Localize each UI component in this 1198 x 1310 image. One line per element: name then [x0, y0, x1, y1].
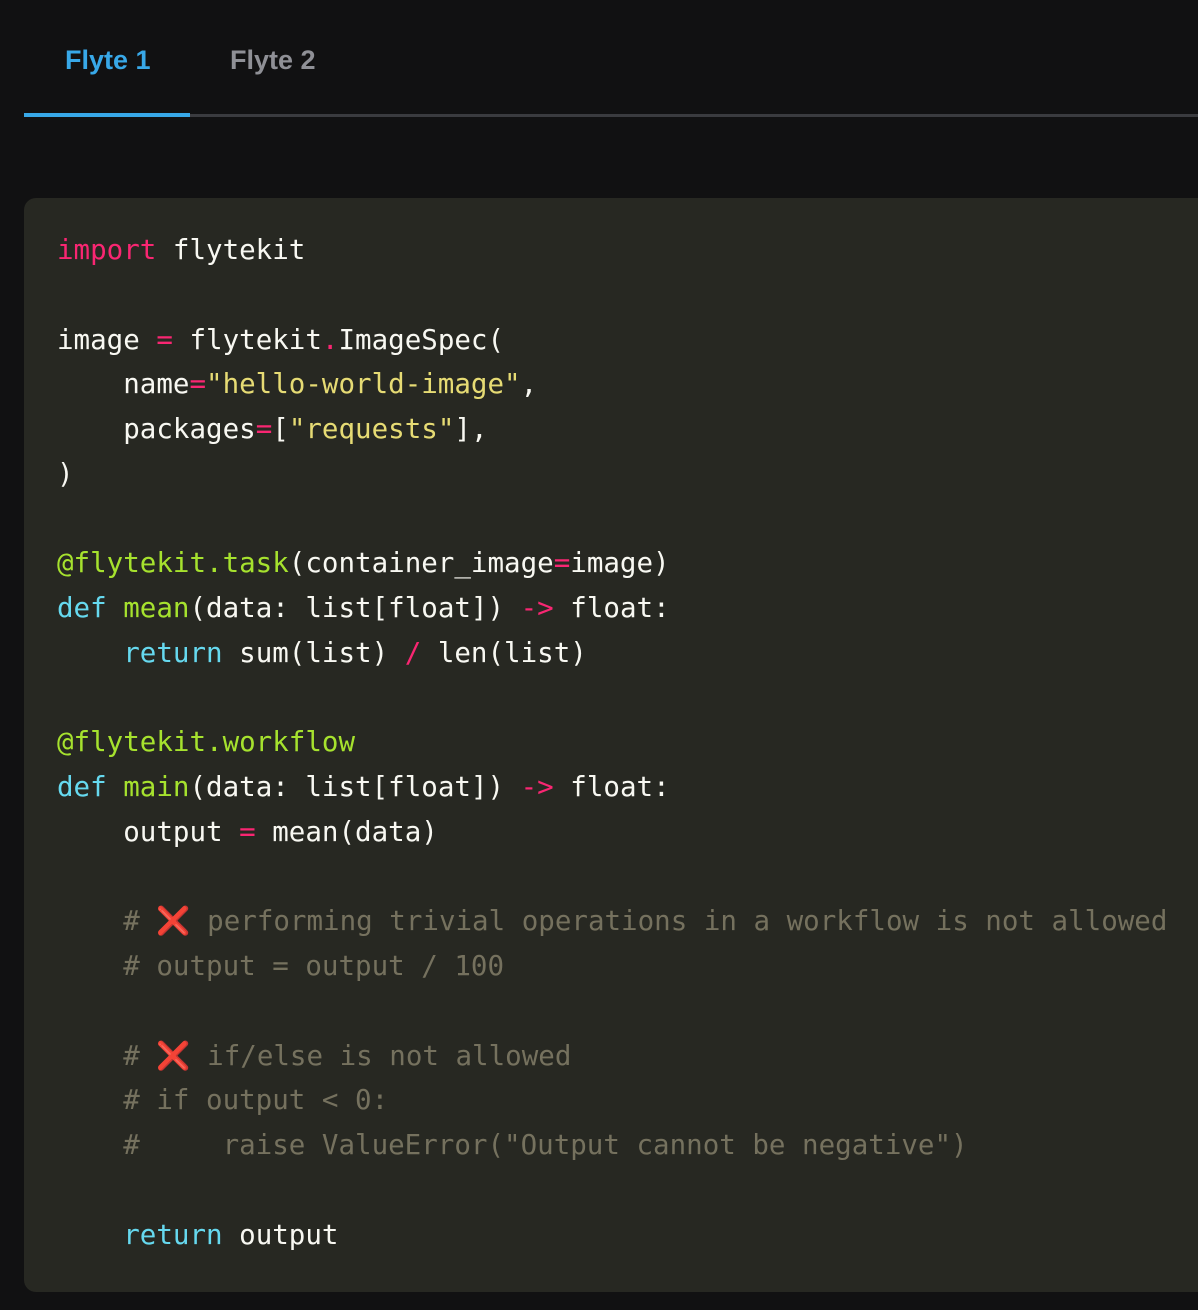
string-literal: "requests" [288, 413, 455, 445]
tab-flyte-2[interactable]: Flyte 2 [230, 40, 316, 80]
code-line-5: packages=["requests"], [57, 407, 1167, 452]
keyword: def [57, 771, 107, 803]
operator: -> [520, 592, 554, 624]
code-text: flytekit [172, 323, 322, 356]
code-text: len(list) [421, 636, 587, 669]
operator: -> [520, 771, 554, 803]
cross-mark-icon: ❌ [156, 1039, 191, 1072]
keyword: return [57, 636, 223, 669]
code-line-3: image = flytekit.ImageSpec( [57, 318, 1167, 363]
code-line-10: return sum(list) / len(list) [57, 631, 1167, 676]
cross-mark-icon: ❌ [156, 905, 191, 938]
code-content[interactable]: import flytekit image = flytekit.ImageSpe… [57, 228, 1167, 1257]
keyword: return [57, 1218, 223, 1251]
code-text: output [222, 1218, 339, 1251]
comment-text: # [57, 1039, 157, 1072]
tab-bar: Flyte 1 Flyte 2 [24, 0, 1198, 117]
code-line-13: def main(data: list[float]) -> float: [57, 765, 1167, 810]
tab-divider [24, 114, 1198, 117]
code-text: ImageSpec( [338, 323, 505, 356]
code-text: , [520, 368, 538, 401]
code-line-8: @flytekit.task(container_image=image) [57, 541, 1167, 586]
comment-text: performing trivial operations in a workf… [190, 905, 1168, 938]
code-text: float: [553, 592, 670, 624]
code-text: name [57, 368, 190, 401]
code-text: (data: list[float]) [189, 592, 521, 624]
code-line-20: # if output < 0: [57, 1084, 389, 1117]
operator: = [553, 547, 571, 580]
code-line-12: @flytekit.workflow [57, 720, 1167, 765]
comment-text: if/else is not allowed [190, 1039, 572, 1072]
operator: / [404, 636, 422, 669]
code-line-9: def mean(data: list[float]) -> float: [57, 586, 1167, 631]
code-text: (data: list[float]) [189, 771, 521, 803]
code-text: mean(data) [255, 815, 438, 848]
function-name: mean [123, 592, 190, 624]
code-line-6: ) [57, 457, 74, 490]
code-line-14: output = mean(data) [57, 810, 1167, 855]
code-text: image [57, 323, 157, 356]
code-line-23: return output [57, 1213, 1167, 1258]
page: Flyte 1 Flyte 2 import flytekit image = f… [0, 0, 1198, 1310]
code-line-1: import flytekit [57, 228, 1167, 273]
code-text: float: [553, 771, 670, 803]
code-text: image) [570, 547, 670, 580]
keyword: def [57, 592, 107, 624]
code-text: (container_image [288, 547, 554, 580]
code-text: output [57, 815, 240, 848]
string-literal: "hello-world-image" [206, 368, 521, 401]
code-text: flytekit [156, 234, 306, 266]
tab-flyte-1[interactable]: Flyte 1 [65, 40, 151, 80]
code-text: [ [272, 413, 289, 445]
code-line-19: # ❌ if/else is not allowed [57, 1034, 1167, 1079]
decorator: @flytekit.workflow [57, 726, 356, 759]
decorator: @flytekit.task [57, 547, 289, 580]
operator: = [255, 413, 273, 445]
code-line-4: name="hello-world-image", [57, 362, 1167, 407]
operator: = [239, 815, 256, 848]
operator: = [189, 368, 207, 401]
code-block[interactable]: import flytekit image = flytekit.ImageSpe… [24, 198, 1198, 1292]
code-line-21: # raise ValueError("Output cannot be neg… [57, 1129, 968, 1161]
code-text: ], [454, 413, 488, 445]
operator: = [156, 323, 173, 356]
operator: . [321, 323, 339, 356]
function-name: main [123, 771, 190, 803]
code-text: sum(list) [222, 636, 405, 669]
code-line-17: # output = output / 100 [57, 950, 505, 982]
comment-text: # [57, 905, 157, 938]
keyword: import [57, 234, 157, 266]
active-tab-indicator [24, 113, 190, 117]
code-text: packages [57, 413, 256, 445]
code-line-16: # ❌ performing trivial operations in a w… [57, 899, 1167, 944]
